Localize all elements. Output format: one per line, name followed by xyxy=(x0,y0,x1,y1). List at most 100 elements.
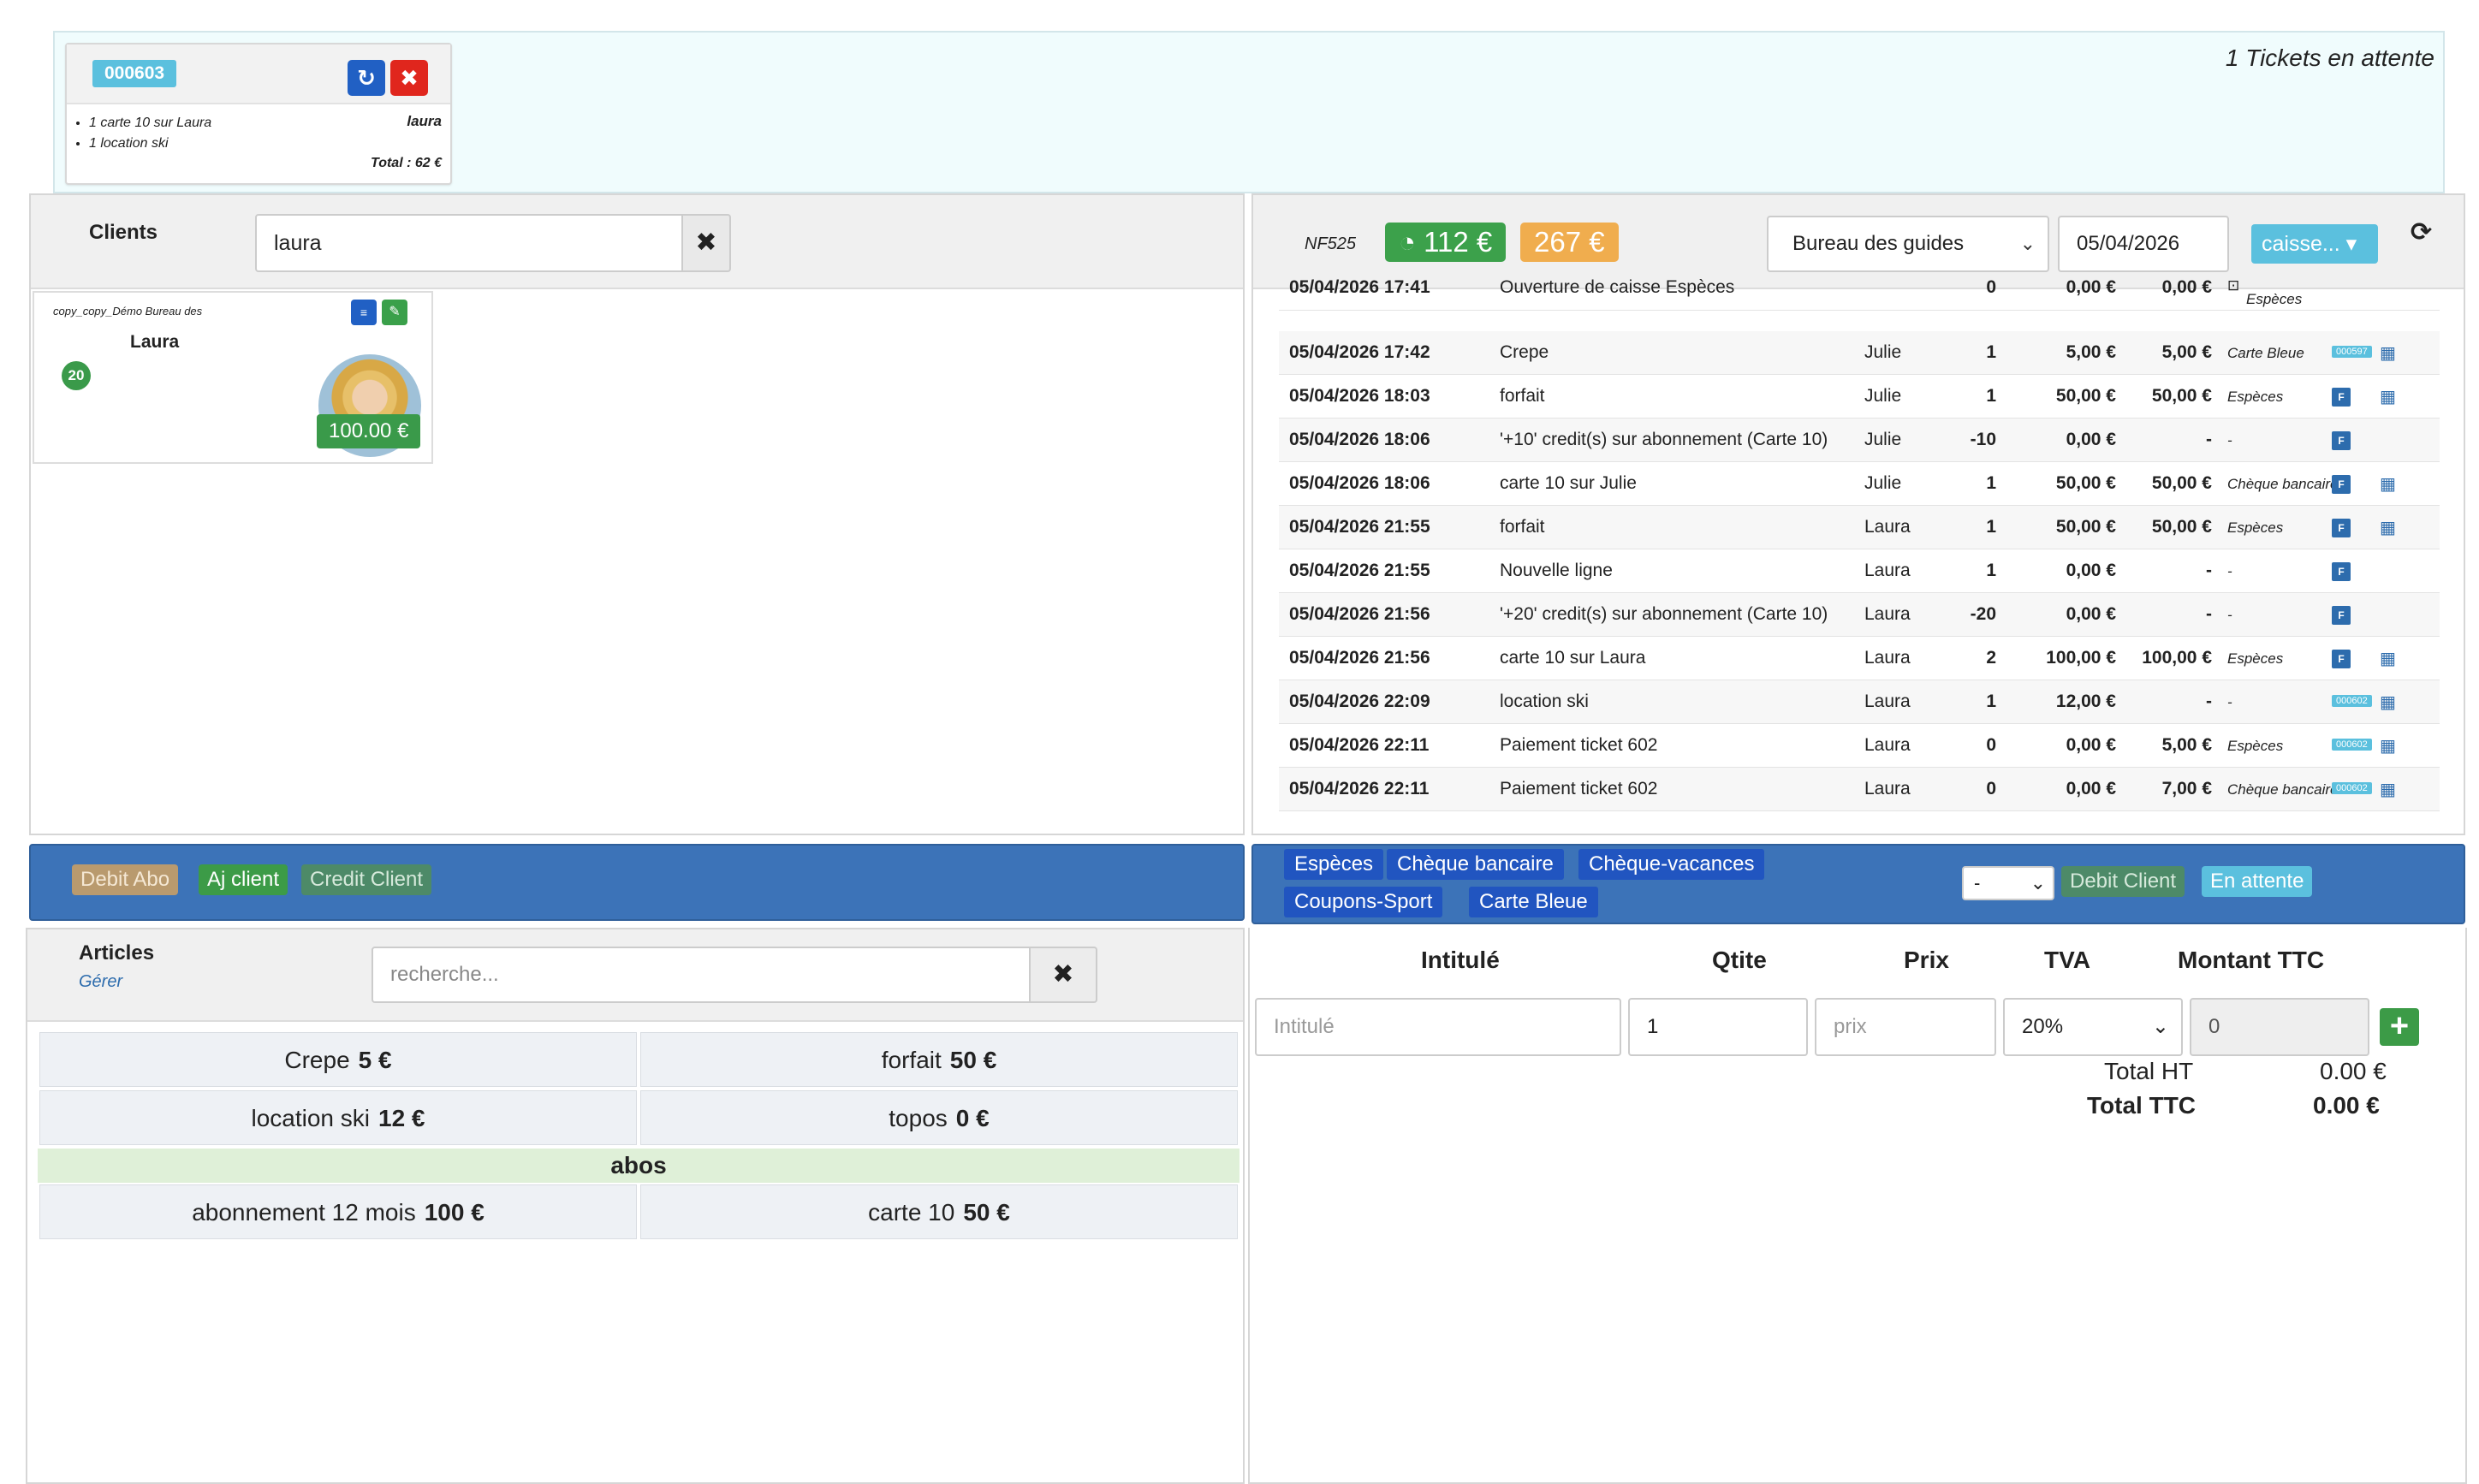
pencil-icon: ✎ xyxy=(389,305,401,319)
sales-row[interactable]: 05/04/2026 22:09 location ski Laura 1 12,00 … xyxy=(1279,680,2440,724)
row-ticket-badge[interactable]: 000602 xyxy=(2332,782,2372,794)
article-tile[interactable]: location ski 12 € xyxy=(39,1090,637,1145)
sales-row[interactable]: 05/04/2026 22:11 Paiement ticket 602 Laura… xyxy=(1279,768,2440,811)
article-price: 100 € xyxy=(424,1199,485,1226)
article-search-input[interactable]: recherche... xyxy=(372,947,1031,1003)
sales-row[interactable]: 05/04/2026 21:56 carte 10 sur Laura Laura 2… xyxy=(1279,637,2440,680)
invoice-icon[interactable]: F xyxy=(2332,519,2351,537)
total-ttc-value: 0.00 € xyxy=(2313,1092,2380,1119)
date-input[interactable]: 05/04/2026 xyxy=(2058,216,2229,272)
qr-code-icon[interactable]: ▦ xyxy=(2380,386,2396,407)
payment-cheque-bancaire-button[interactable]: Chèque bancaire xyxy=(1387,849,1564,880)
row-label: Paiement ticket 602 xyxy=(1500,735,1658,755)
invoice-icon[interactable]: F xyxy=(2332,562,2351,581)
header-label: Intitulé xyxy=(1421,947,1500,973)
sales-row[interactable]: 05/04/2026 21:55 forfait Laura 1 50,00 € 50,0… xyxy=(1279,506,2440,549)
client-edit-button[interactable]: ✎ xyxy=(382,300,407,325)
row-qty: 1 xyxy=(1986,386,1996,406)
qr-code-icon[interactable]: ▦ xyxy=(2380,517,2396,538)
row-date: 05/04/2026 22:11 xyxy=(1289,779,1430,798)
row-price: 100,00 € xyxy=(2046,648,2116,668)
credit-client-button[interactable]: Credit Client xyxy=(301,864,432,895)
sales-row[interactable]: 05/04/2026 17:41 Ouverture de caisse Espè… xyxy=(1279,277,2440,311)
invoice-icon[interactable]: F xyxy=(2332,650,2351,668)
row-price: 50,00 € xyxy=(2055,473,2116,493)
manual-line-panel: Intitulé Qtite Prix TVA Montant TTC Inti… xyxy=(1248,928,2467,1484)
put-on-hold-button[interactable]: En attente xyxy=(2202,866,2313,897)
payment-coupons-sport-button[interactable]: Coupons-Sport xyxy=(1284,887,1443,917)
row-ticket-badge[interactable]: 000597 xyxy=(2332,346,2372,358)
row-price: 5,00 € xyxy=(2066,342,2116,362)
total-green-value: 112 € xyxy=(1424,226,1493,258)
article-tile[interactable]: abonnement 12 mois 100 € xyxy=(39,1184,637,1239)
sales-row[interactable]: 05/04/2026 18:03 forfait Julie 1 50,00 € 50,0… xyxy=(1279,375,2440,418)
ticket-number-badge[interactable]: 000603 xyxy=(92,60,177,87)
line-label-input[interactable]: Intitulé xyxy=(1255,998,1621,1056)
add-client-button[interactable]: Aj client xyxy=(199,864,288,895)
add-line-button[interactable]: + xyxy=(2380,1008,2419,1046)
article-tile[interactable]: carte 10 50 € xyxy=(640,1184,1238,1239)
invoice-icon[interactable]: F xyxy=(2332,388,2351,407)
caisse-dropdown-button[interactable]: caisse... ▾ xyxy=(2251,224,2378,264)
sales-row[interactable]: 05/04/2026 18:06 '+10' credit(s) sur abon… xyxy=(1279,418,2440,462)
ticket-delete-button[interactable]: ✖ xyxy=(390,60,428,96)
sales-row[interactable]: 05/04/2026 18:06 carte 10 sur Julie Julie 1… xyxy=(1279,462,2440,506)
row-label: forfait xyxy=(1500,517,1545,537)
clients-panel: Clients laura ✖ copy_copy_Démo Bureau de… xyxy=(29,193,1245,835)
payment-carte-bleue-button[interactable]: Carte Bleue xyxy=(1469,887,1598,917)
line-vat-select[interactable]: 20% ⌄ xyxy=(2003,998,2183,1056)
client-card[interactable]: copy_copy_Démo Bureau des ≡ ✎ Laura 20 1… xyxy=(33,291,433,464)
client-search-input[interactable]: laura xyxy=(255,214,683,272)
payment-cheque-vacances-button[interactable]: Chèque-vacances xyxy=(1578,849,1765,880)
client-details-button[interactable]: ≡ xyxy=(351,300,377,325)
row-date: 05/04/2026 21:56 xyxy=(1289,604,1430,624)
row-paid: - xyxy=(2206,430,2212,449)
row-date: 05/04/2026 17:41 xyxy=(1289,277,1430,297)
qr-code-icon[interactable]: ▦ xyxy=(2380,735,2396,757)
article-search-clear-button[interactable]: ✖ xyxy=(1031,947,1097,1003)
invoice-icon[interactable]: F xyxy=(2332,606,2351,625)
row-label: location ski xyxy=(1500,692,1589,711)
debit-abo-button[interactable]: Debit Abo xyxy=(72,864,179,895)
office-select[interactable]: Bureau des guides ⌄ xyxy=(1767,216,2049,272)
payment-especes-button[interactable]: Espèces xyxy=(1284,849,1384,880)
qr-code-icon[interactable]: ▦ xyxy=(2380,473,2396,495)
qr-code-icon[interactable]: ▦ xyxy=(2380,342,2396,364)
client-search-clear-button[interactable]: ✖ xyxy=(683,214,731,272)
row-paid: - xyxy=(2206,692,2212,711)
row-payment: - xyxy=(2227,432,2232,448)
sales-row[interactable]: 05/04/2026 17:42 Crepe Julie 1 5,00 € 5,00 € C… xyxy=(1279,331,2440,375)
row-ticket-badge[interactable]: 000602 xyxy=(2332,695,2372,707)
row-ticket-badge[interactable]: 000602 xyxy=(2332,739,2372,751)
invoice-icon[interactable]: F xyxy=(2332,431,2351,450)
article-tile[interactable]: forfait 50 € xyxy=(640,1032,1238,1087)
debit-client-button[interactable]: Debit Client xyxy=(2061,866,2185,897)
article-tile[interactable]: topos 0 € xyxy=(640,1090,1238,1145)
row-payment: Espèces xyxy=(2227,389,2284,405)
qr-code-icon[interactable]: ▦ xyxy=(2380,692,2396,713)
row-paid: 50,00 € xyxy=(2151,473,2212,493)
invoice-icon[interactable]: F xyxy=(2332,475,2351,494)
row-date: 05/04/2026 21:55 xyxy=(1289,517,1430,537)
sales-row[interactable]: 05/04/2026 21:56 '+20' credit(s) sur abon… xyxy=(1279,593,2440,637)
qr-code-icon[interactable]: ▦ xyxy=(2380,779,2396,800)
sales-row[interactable]: 05/04/2026 22:11 Paiement ticket 602 Laura… xyxy=(1279,724,2440,768)
row-paid: 5,00 € xyxy=(2161,342,2212,362)
row-date: 05/04/2026 18:03 xyxy=(1289,386,1430,406)
ticket-line: 1 carte 10 sur Laura xyxy=(89,113,334,134)
qr-code-icon[interactable]: ▦ xyxy=(2380,648,2396,669)
reload-icon[interactable]: ⟳ xyxy=(2411,217,2432,247)
mode-select[interactable]: - ⌄ xyxy=(1962,866,2054,900)
ticket-resume-button[interactable]: ↻ xyxy=(348,60,385,96)
office-select-value: Bureau des guides xyxy=(1792,232,1965,255)
article-tile[interactable]: Crepe 5 € xyxy=(39,1032,637,1087)
sales-row[interactable]: 05/04/2026 21:55 Nouvelle ligne Laura 1 0,00… xyxy=(1279,549,2440,593)
waiting-ticket-card[interactable]: 000603 ↻ ✖ 1 carte 10 sur Laura 1 locati… xyxy=(65,43,452,185)
row-qty: 1 xyxy=(1986,473,1996,493)
row-paid: 5,00 € xyxy=(2161,735,2212,755)
line-price-input[interactable]: prix xyxy=(1815,998,1996,1056)
client-group: copy_copy_Démo Bureau des xyxy=(53,305,203,318)
manage-articles-link[interactable]: Gérer xyxy=(79,972,122,992)
line-qty-input[interactable]: 1 xyxy=(1628,998,1808,1056)
row-date: 05/04/2026 21:56 xyxy=(1289,648,1430,668)
